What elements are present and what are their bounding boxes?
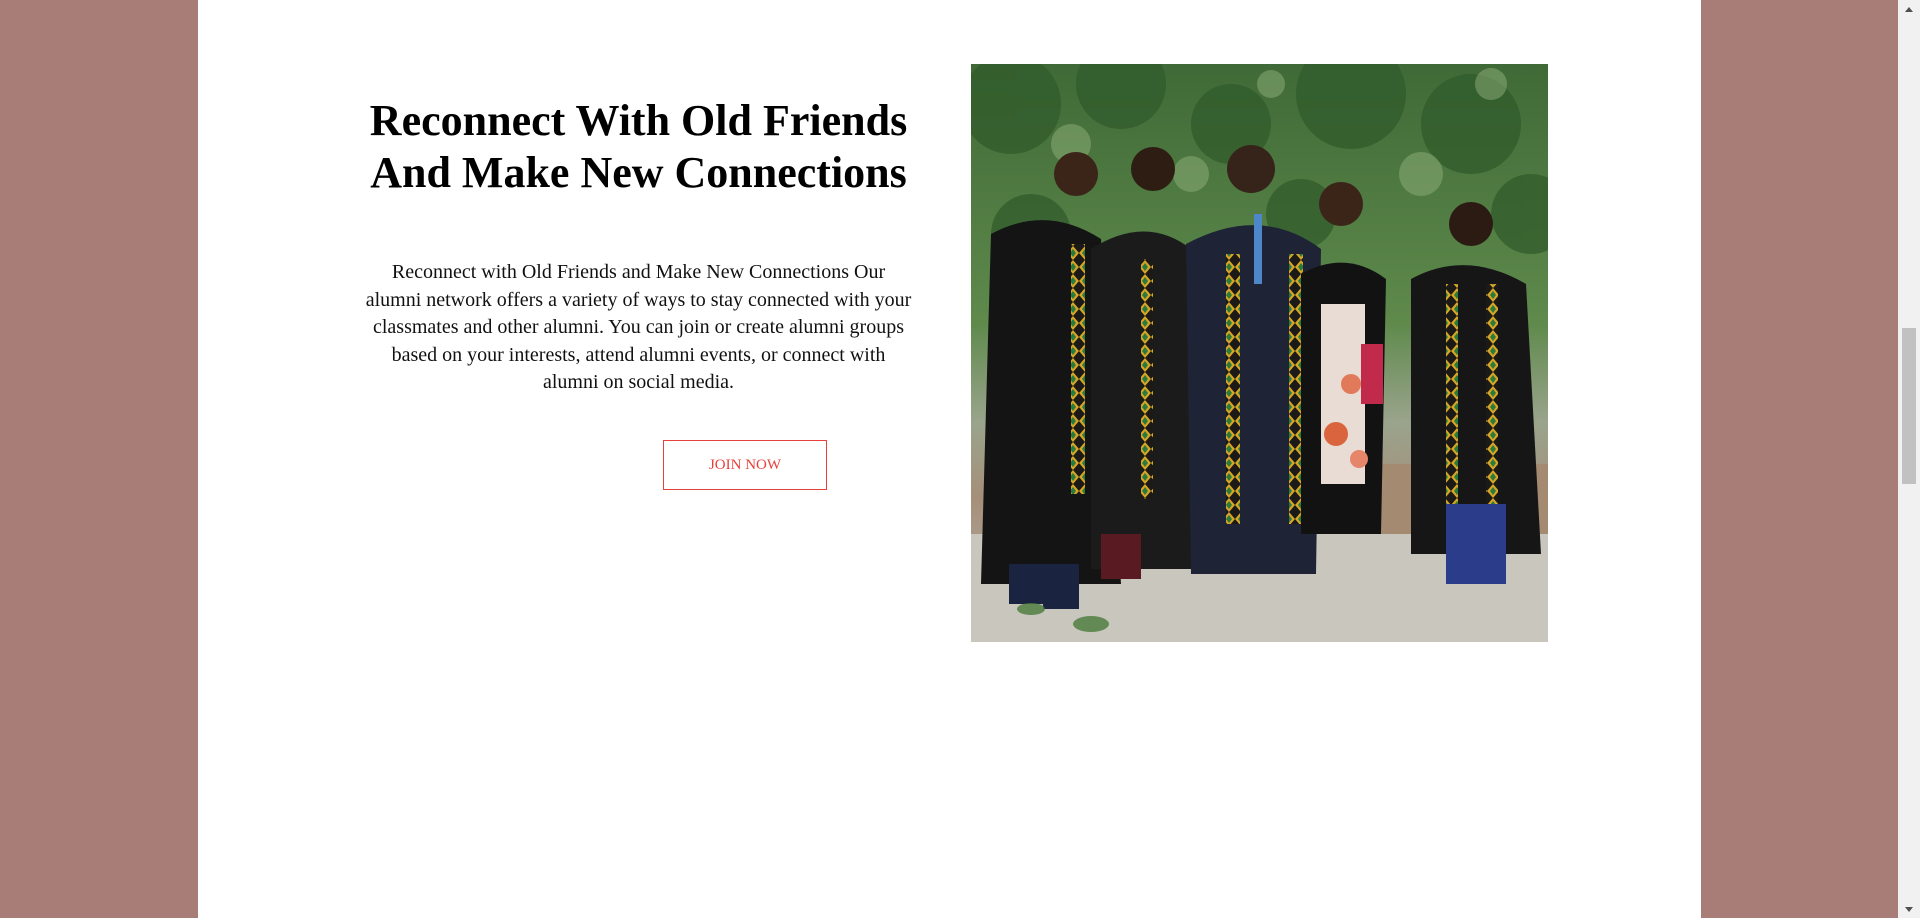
- scrollbar-thumb[interactable]: [1902, 328, 1916, 484]
- hero-headline: Reconnect With Old Friends And Make New …: [369, 96, 908, 197]
- hero-body-text: Reconnect with Old Friends and Make New …: [365, 261, 912, 393]
- chevron-down-icon[interactable]: [1898, 900, 1920, 918]
- page-scrollbar[interactable]: [1898, 0, 1920, 918]
- hero-text-column: Reconnect With Old Friends And Make New …: [361, 95, 916, 397]
- join-now-button[interactable]: JOIN NOW: [663, 440, 827, 490]
- content-panel: Reconnect With Old Friends And Make New …: [198, 0, 1701, 918]
- graduates-photo: [971, 64, 1548, 642]
- chevron-up-icon[interactable]: [1898, 0, 1920, 18]
